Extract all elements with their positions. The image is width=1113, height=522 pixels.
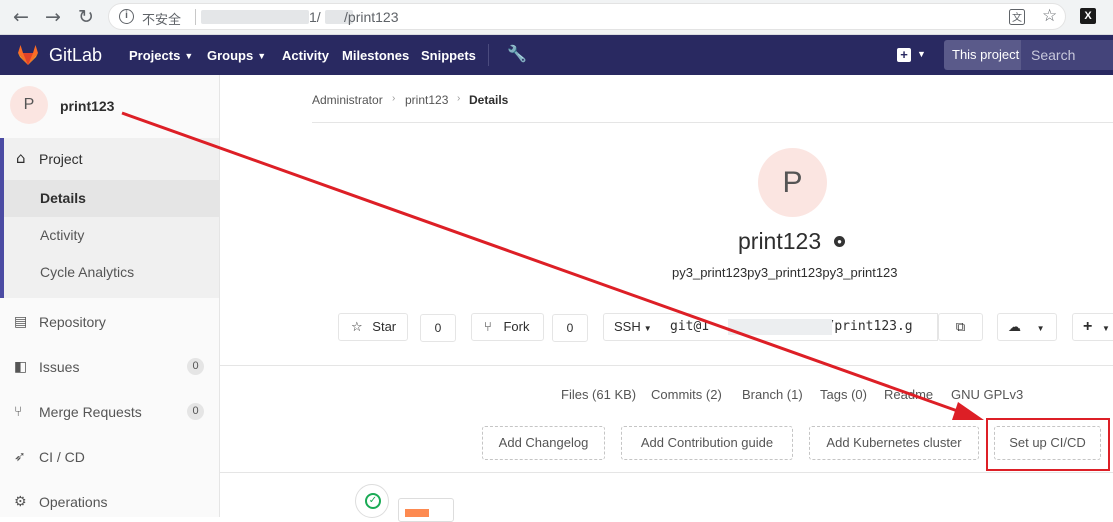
- annotation-arrow: [121, 111, 984, 420]
